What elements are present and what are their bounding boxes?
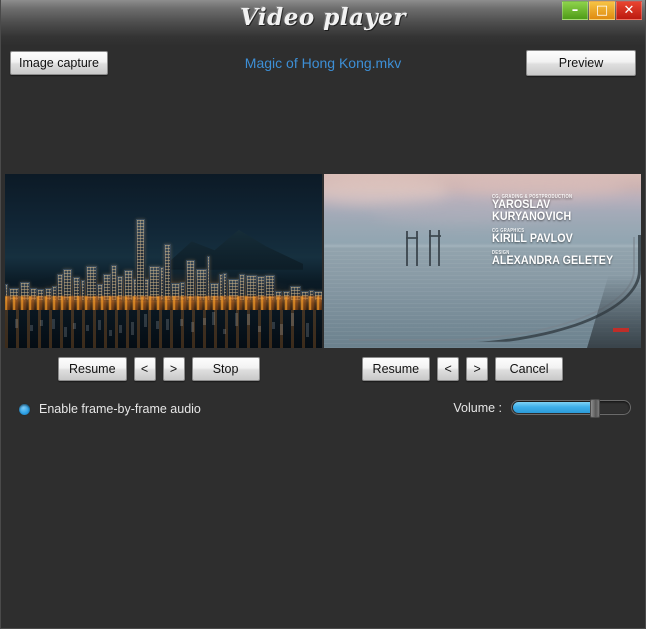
credit-name: ALEXANDRA GELETEY <box>492 255 614 268</box>
window-title: Video player <box>239 4 407 31</box>
pier <box>246 314 250 325</box>
video-preview-left[interactable] <box>5 174 322 348</box>
pier <box>191 322 195 333</box>
pier <box>291 312 295 327</box>
pier <box>280 324 284 335</box>
bridge-crossbeam <box>428 234 441 237</box>
pier <box>109 330 113 337</box>
transport-controls-row: Resume < > Stop Resume < > Cancel <box>1 348 645 384</box>
pier <box>73 322 77 329</box>
maximize-button[interactable]: □ <box>589 1 615 20</box>
pier <box>130 321 134 335</box>
pier <box>166 318 170 331</box>
window-controls: – □ ✕ <box>562 1 642 20</box>
pier <box>143 314 147 327</box>
pier <box>271 322 275 329</box>
pier <box>212 311 216 325</box>
minimize-button[interactable]: – <box>562 1 588 20</box>
volume-slider-thumb[interactable] <box>589 399 600 418</box>
pier <box>40 320 44 326</box>
pier <box>64 326 68 337</box>
stop-button[interactable]: Stop <box>191 357 260 381</box>
top-toolbar: Image capture Magic of Hong Kong.mkv Pre… <box>1 46 645 90</box>
credit-name: YAROSLAV KURYANOVICH <box>492 199 572 224</box>
radio-on-icon[interactable] <box>18 402 31 416</box>
hong-kong-skyline-thumbnail <box>5 174 322 348</box>
resume-button-right[interactable]: Resume <box>361 357 431 381</box>
pier <box>179 319 183 326</box>
step-forward-button-left[interactable]: > <box>162 357 185 381</box>
volume-slider[interactable] <box>511 399 631 418</box>
empty-panel <box>1 90 645 174</box>
step-forward-button-right[interactable]: > <box>466 357 489 381</box>
edit-points-area: In point 00 00 37 08 Out point 00 02 50 … <box>1 438 645 628</box>
close-button[interactable]: ✕ <box>616 1 642 20</box>
pier <box>30 324 34 331</box>
tallest-tower <box>136 219 145 301</box>
pier <box>305 323 309 337</box>
volume-fill <box>513 402 594 413</box>
enable-frame-audio-label: Enable frame-by-frame audio <box>39 402 201 416</box>
pier <box>51 319 55 329</box>
skyscraper <box>164 244 171 301</box>
preview-button[interactable]: Preview <box>526 50 636 76</box>
enable-frame-audio-toggle[interactable]: Enable frame-by-frame audio <box>18 402 201 416</box>
video-player-window: Video player – □ ✕ Image capture Magic o… <box>0 0 646 629</box>
credits-overlay: CG, GRADING & POSTPRODUCTION YAROSLAV KU… <box>492 193 641 271</box>
pier <box>98 319 102 330</box>
cloud-shape <box>324 177 451 206</box>
pier <box>235 313 239 327</box>
pier <box>258 326 261 332</box>
roadway-marking <box>613 328 629 332</box>
step-back-button-left[interactable]: < <box>133 357 156 381</box>
transport-controls-right: Resume < > Cancel <box>361 357 564 381</box>
transport-controls-left: Resume < > Stop <box>58 357 260 381</box>
bridge-crossbeam <box>406 236 419 239</box>
skyline-buildings <box>5 219 322 301</box>
pier <box>118 325 122 334</box>
pier <box>202 317 206 326</box>
volume-control: Volume : <box>453 399 631 418</box>
cancel-button[interactable]: Cancel <box>495 357 564 381</box>
bridge-thumbnail: CG, GRADING & POSTPRODUCTION YAROSLAV KU… <box>324 174 641 348</box>
title-bar: Video player – □ ✕ <box>1 0 645 46</box>
video-preview-area: CG, GRADING & POSTPRODUCTION YAROSLAV KU… <box>1 174 645 348</box>
pier <box>86 325 90 332</box>
credit-name: KIRILL PAVLOV <box>492 233 573 246</box>
volume-label: Volume : <box>453 400 502 415</box>
pier <box>155 321 159 329</box>
harbour-water <box>5 309 322 348</box>
step-back-button-right[interactable]: < <box>437 357 460 381</box>
audio-options-row: Enable frame-by-frame audio Volume : <box>1 384 645 438</box>
pier <box>15 319 19 329</box>
pier <box>223 328 227 335</box>
resume-button-left[interactable]: Resume <box>58 357 127 381</box>
video-preview-right[interactable]: CG, GRADING & POSTPRODUCTION YAROSLAV KU… <box>324 174 641 348</box>
